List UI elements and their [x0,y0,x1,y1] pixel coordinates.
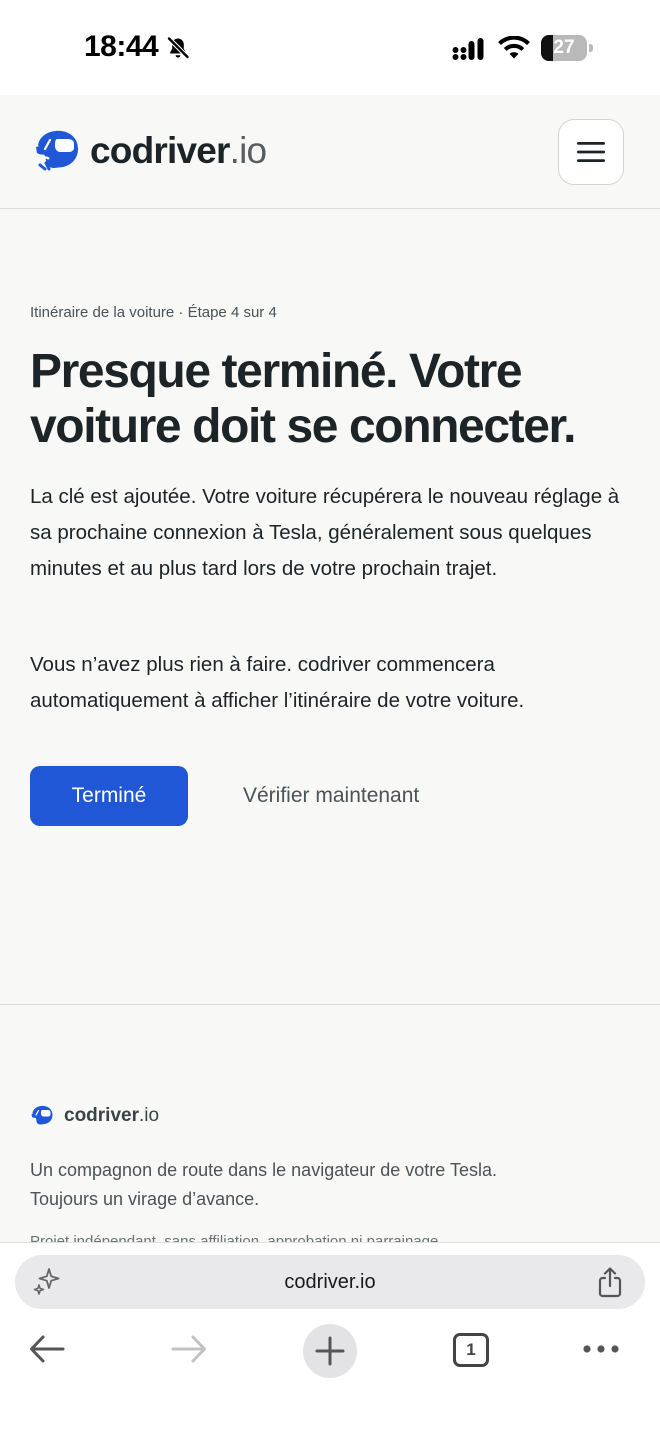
helmet-logo-icon [36,130,78,171]
description-paragraph-1: La clé est ajoutée. Votre voiture récupé… [30,485,620,580]
footer-logo-text: codriver.io [64,1105,159,1127]
status-bar: 18:44 27 [0,0,660,95]
menu-button[interactable] [558,119,624,185]
bell-slash-icon [167,36,190,59]
footer-logo-name: codriver [64,1105,139,1126]
share-icon[interactable] [596,1266,624,1298]
logo-name: codriver [90,130,230,171]
new-tab-button[interactable] [303,1324,357,1378]
site-logo[interactable]: codriver.io [34,129,267,173]
plus-icon [315,1336,345,1366]
url-text: codriver.io [284,1271,376,1293]
more-options-icon[interactable] [582,1341,620,1357]
helmet-logo-icon [31,1105,53,1125]
footer: codriver.io Un compagnon de route dans l… [0,1004,660,1244]
step-label: Itinéraire de la voiture · Étape 4 sur 4 [30,304,277,321]
tab-switcher-button[interactable]: 1 [453,1333,489,1367]
page-title: Presque terminé. Votre voiture doit se c… [30,345,576,453]
battery-percentage: 27 [553,37,575,58]
footer-logo[interactable]: codriver.io [30,1105,159,1127]
site-header: codriver.io [0,95,660,209]
battery-indicator: 27 [541,35,593,61]
done-button[interactable]: Terminé [30,766,188,826]
footer-logo-tld: .io [138,1105,160,1126]
hamburger-menu-icon [577,142,605,162]
description-paragraph-2: Vous n’avez plus rien à faire. codriver … [30,653,525,712]
battery-body: 27 [541,35,587,61]
logo-text: codriver.io [90,130,267,172]
battery-cap [589,44,593,52]
status-time: 18:44 [84,30,159,63]
back-arrow-icon[interactable] [28,1333,66,1365]
footer-tagline: Un compagnon de route dans le navigateur… [30,1160,497,1209]
wifi-icon [498,36,530,59]
logo-tld: .io [229,130,267,171]
forward-arrow-icon[interactable] [170,1333,208,1365]
verify-now-link[interactable]: Vérifier maintenant [243,784,419,808]
browser-toolbar: codriver.io 1 [0,1242,660,1434]
address-bar[interactable]: codriver.io [15,1255,645,1309]
cellular-signal-icon [452,38,484,60]
